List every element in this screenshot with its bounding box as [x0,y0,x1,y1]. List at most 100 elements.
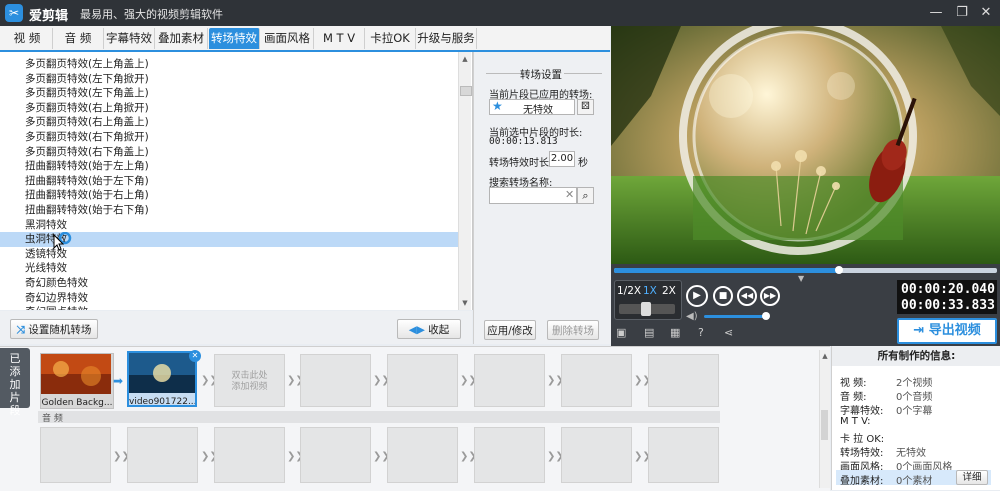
audio-slot[interactable] [387,427,458,483]
export-video-button[interactable]: ⇥ 导出视频 [897,318,997,344]
scroll-down-icon[interactable]: ▼ [460,298,470,308]
progress-knob[interactable] [835,266,843,274]
dice-icon[interactable]: ⚄ [577,99,594,115]
list-item[interactable]: 奇幻颜色特效 [0,276,458,291]
effect-duration-label: 转场特效时长: [489,158,553,169]
list-scrollbar[interactable]: ▲ ▼ [458,52,472,310]
help-icon[interactable]: ? [698,326,704,339]
export-label: 导出视频 [928,323,981,338]
add-video-slot[interactable]: 双击此处 添加视频 [214,354,285,407]
random-transition-label: 设置随机转场 [28,324,92,336]
list-item[interactable]: 多页翻页特效(右上角盖上) [0,115,458,130]
scroll-up-icon[interactable]: ▲ [460,54,470,64]
tab-mtv[interactable]: M T V [314,28,365,49]
close-icon[interactable]: ✕ [974,3,998,23]
delete-transition-button[interactable]: 删除转场 [547,320,599,340]
restore-icon[interactable]: ❐ [950,3,974,23]
speed-slider-knob[interactable] [641,302,651,316]
list-item[interactable]: 黑洞特效 [0,218,458,233]
video-preview [611,26,1000,264]
tab-subtitle-effects[interactable]: 字幕特效 [104,28,155,49]
detail-button[interactable]: 详细 [956,470,988,485]
tab-picture-style[interactable]: 画面风格 [261,28,314,49]
preview-frame-image [611,26,1000,264]
scroll-up-icon[interactable]: ▲ [820,351,830,361]
clip-name: video901722.... [129,397,195,407]
audio-slot[interactable] [474,427,545,483]
list-item[interactable]: 扭曲翻转特效(始于右上角) [0,188,458,203]
remove-clip-icon[interactable]: ✕ [189,350,201,362]
list-item[interactable]: 奇幻边界特效 [0,291,458,306]
volume-knob[interactable] [762,312,770,320]
app-slogan: 最易用、强大的视频剪辑软件 [80,8,223,21]
speed-double[interactable]: 2X [662,285,676,297]
empty-slot[interactable] [648,354,719,407]
folder-icon[interactable]: ▤ [644,326,654,339]
collapse-icon: ◀▶ [408,324,425,336]
list-item[interactable]: 光线特效 [0,261,458,276]
audio-slot[interactable] [40,427,111,483]
clip-thumbnail-selected[interactable]: video901722.... [127,351,197,407]
scroll-thumb[interactable] [821,410,828,440]
added-clips-tab-label: 已添加片段 [9,352,21,417]
next-frame-icon[interactable]: ▶▶ [760,286,780,306]
search-icon[interactable]: ⌕ [577,187,594,204]
settings-title: 转场设置 [520,69,562,81]
list-item[interactable]: 多页翻页特效(右下角盖上) [0,145,458,160]
tab-transition-effects[interactable]: 转场特效 [209,28,260,49]
speed-normal[interactable]: 1X [643,285,657,297]
tab-overlay-materials[interactable]: 叠加素材 [155,28,208,49]
stop-icon[interactable]: ■ [713,286,733,306]
info-value: 0个音频 [896,392,933,403]
empty-slot[interactable] [300,354,371,407]
collapse-button[interactable]: ◀▶ 收起 [397,319,461,339]
audio-slot[interactable] [648,427,719,483]
random-transition-button[interactable]: ⤨ 设置随机转场 [10,319,98,339]
prev-frame-icon[interactable]: ◀◀ [737,286,757,306]
audio-slot[interactable] [127,427,198,483]
share-icon[interactable]: ⋖ [724,326,733,339]
effect-duration-input[interactable]: 2.00 [549,151,575,167]
tab-audio[interactable]: 音 频 [53,28,104,49]
clear-icon[interactable]: ✕ [565,188,574,201]
save-icon[interactable]: ▦ [670,326,680,339]
audio-slot[interactable] [214,427,285,483]
clip-thumbnail[interactable]: Golden Backg... [40,353,114,409]
empty-slot[interactable] [387,354,458,407]
chevron-down-icon[interactable]: ▼ [798,274,804,283]
list-item[interactable]: 多页翻页特效(左下角掀开) [0,72,458,87]
audio-slot[interactable] [561,427,632,483]
tab-karaoke[interactable]: 卡拉OK [365,28,416,49]
tab-video[interactable]: 视 频 [2,28,53,49]
info-title: 所有制作的信息: [832,346,1000,366]
app-logo-icon: ✂ [5,4,23,22]
scroll-thumb[interactable] [460,86,472,96]
volume-slider[interactable] [704,315,766,318]
list-item[interactable]: 多页翻页特效(左下角盖上) [0,86,458,101]
list-item[interactable]: 多页翻页特效(右下角掀开) [0,130,458,145]
tab-upgrade-service[interactable]: 升级与服务 [416,28,477,49]
info-value: 0个字幕 [896,406,933,417]
list-item[interactable]: 多页翻页特效(左上角盖上) [0,57,458,72]
info-value: 0个素材 [896,476,933,487]
audio-track-header: 音 频 [38,411,720,424]
collapse-label: 收起 [428,324,450,336]
list-item[interactable]: 扭曲翻转特效(始于左下角) [0,174,458,189]
apply-modify-button[interactable]: 应用/修改 [484,320,536,340]
added-clips-tab[interactable]: 已添加片段 [0,348,30,417]
search-input[interactable]: ✕ [489,187,577,204]
empty-slot[interactable] [561,354,632,407]
list-item[interactable]: 奇幻圆点特效 [0,305,458,310]
list-item[interactable]: 多页翻页特效(右上角掀开) [0,101,458,116]
timeline-scrollbar[interactable]: ▲ [819,350,830,488]
project-info-panel: 所有制作的信息: 视 频: 2个视频 音 频: 0个音频 字幕特效: 0个字幕 … [831,346,1000,490]
audio-slot[interactable] [300,427,371,483]
volume-icon[interactable]: ◀) [686,311,698,322]
snapshot-icon[interactable]: ▣ [616,326,626,339]
play-icon[interactable]: ▶ [686,285,708,307]
empty-slot[interactable] [474,354,545,407]
list-item[interactable]: 扭曲翻转特效(始于右下角) [0,203,458,218]
speed-half[interactable]: 1/2X [617,285,641,297]
minimize-icon[interactable]: — [924,3,948,23]
list-item[interactable]: 扭曲翻转特效(始于左上角) [0,159,458,174]
